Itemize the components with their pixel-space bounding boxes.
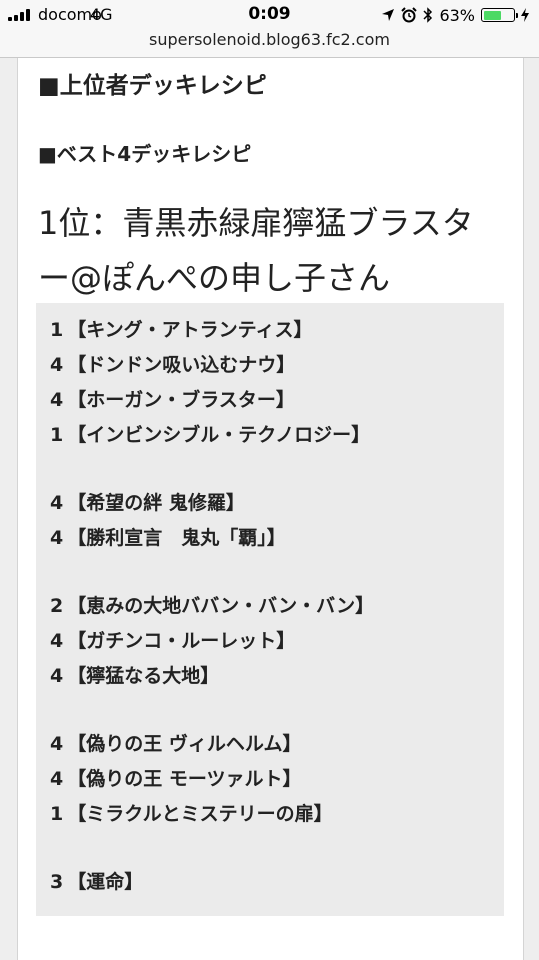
deck-card-row: 4 【偽りの王 モーツァルト】 [50, 764, 301, 791]
card-count: 4 [50, 665, 64, 687]
status-icons: 63% [381, 4, 529, 26]
card-name: 【キング・アトランティス】 [67, 319, 313, 341]
deck-card-row: 4 【希望の絆 鬼修羅】 [50, 488, 245, 515]
card-count: 1 [50, 803, 64, 825]
card-name: 【希望の絆 鬼修羅】 [67, 492, 245, 514]
deck-title-line-1: 1位：青黒赤緑扉獰猛ブラスタ [38, 204, 474, 242]
card-count: 4 [50, 527, 64, 549]
browser-chrome: docomo 4G 0:09 63% supersolenoid.blog63.… [0, 0, 539, 58]
card-count: 4 [50, 389, 64, 411]
section-subheading: ■ベスト4デッキレシピ [38, 142, 252, 166]
deck-card-row: 1 【インビンシブル・テクノロジー】 [50, 420, 370, 447]
card-count: 2 [50, 595, 64, 617]
status-bar: docomo 4G 0:09 63% [0, 0, 539, 30]
card-count: 1 [50, 424, 64, 446]
card-name: 【ミラクルとミステリーの扉】 [67, 803, 333, 825]
bluetooth-icon [423, 7, 433, 23]
charging-bolt-icon [521, 8, 529, 22]
card-name: 【恵みの大地ババン・バン・バン】 [67, 595, 375, 617]
card-count: 4 [50, 733, 64, 755]
section-heading: ■上位者デッキレシピ [38, 73, 267, 99]
battery-icon [481, 8, 518, 22]
card-count: 4 [50, 492, 64, 514]
deck-card-row: 2 【恵みの大地ババン・バン・バン】 [50, 591, 374, 618]
card-name: 【偽りの王 ヴィルヘルム】 [67, 733, 302, 755]
card-name: 【勝利宣言 鬼丸「覇」】 [67, 527, 286, 549]
card-name: 【ガチンコ・ルーレット】 [67, 630, 296, 652]
card-count: 4 [50, 354, 64, 376]
card-name: 【インビンシブル・テクノロジー】 [67, 424, 371, 446]
deck-title-line-2: ー@ぽんぺの申し子さん [38, 259, 391, 297]
deck-list: 1 【キング・アトランティス】 4 【ドンドン吸い込むナウ】 4 【ホーガン・ブラスター】… [36, 303, 504, 916]
card-count: 3 [50, 871, 64, 893]
deck-card-row: 1 【キング・アトランティス】 [50, 315, 313, 342]
card-name: 【獰猛なる大地】 [67, 665, 220, 687]
card-name: 【運命】 [67, 871, 144, 893]
article-content: ■上位者デッキレシピ ■ベスト4デッキレシピ 1位：青黒赤緑扉獰猛ブラスタ ー@… [17, 58, 524, 960]
deck-card-row: 3 【運命】 [50, 867, 143, 894]
card-count: 1 [50, 319, 64, 341]
location-arrow-icon [382, 9, 395, 21]
deck-title: 1位：青黒赤緑扉獰猛ブラスタ ー@ぽんぺの申し子さん [38, 196, 508, 306]
deck-card-row: 4 【獰猛なる大地】 [50, 661, 219, 688]
card-name: 【ドンドン吸い込むナウ】 [67, 354, 296, 376]
address-bar[interactable]: supersolenoid.blog63.fc2.com [0, 30, 539, 49]
deck-card-row: 4 【ドンドン吸い込むナウ】 [50, 350, 295, 377]
deck-card-row: 4 【勝利宣言 鬼丸「覇」】 [50, 523, 286, 550]
deck-card-row: 4 【ガチンコ・ルーレット】 [50, 626, 295, 653]
deck-card-row: 4 【偽りの王 ヴィルヘルム】 [50, 729, 301, 756]
deck-card-row: 1 【ミラクルとミステリーの扉】 [50, 799, 333, 826]
card-count: 4 [50, 768, 64, 790]
battery-percent: 63% [439, 5, 475, 25]
alarm-clock-icon [401, 7, 418, 23]
deck-card-row: 4 【ホーガン・ブラスター】 [50, 385, 295, 412]
card-name: 【偽りの王 モーツァルト】 [67, 768, 302, 790]
card-count: 4 [50, 630, 64, 652]
card-name: 【ホーガン・ブラスター】 [67, 389, 295, 411]
